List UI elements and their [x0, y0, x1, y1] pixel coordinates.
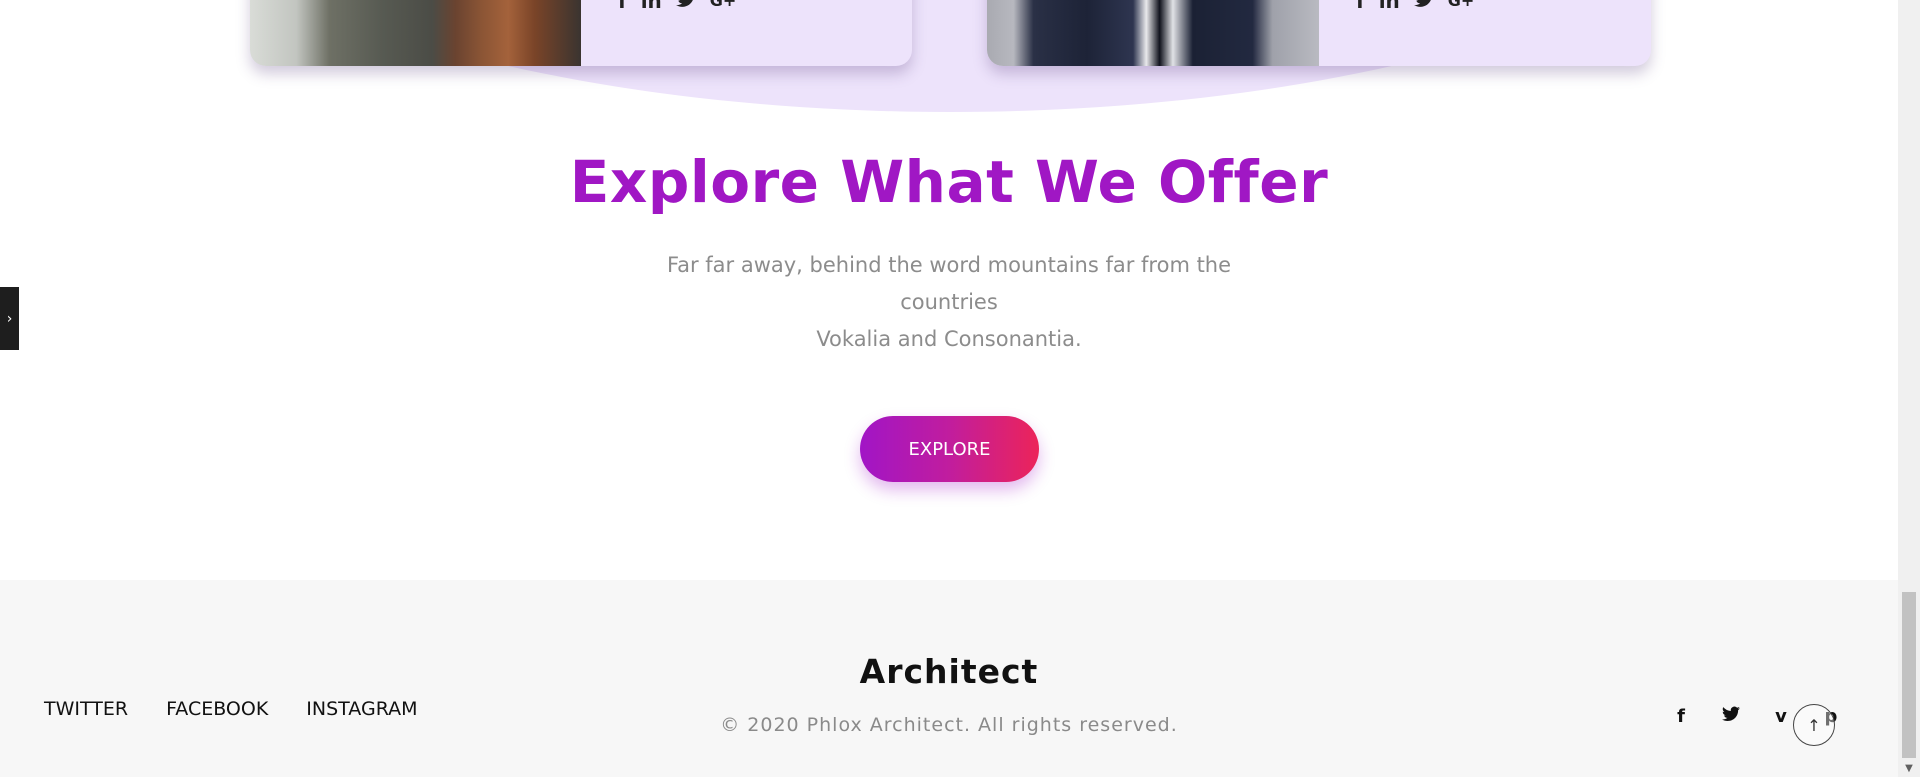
twitter-icon[interactable] [1718, 706, 1744, 727]
team-member-card: f in G+ [250, 0, 912, 66]
twitter-icon[interactable] [675, 0, 696, 11]
scroll-down-arrow[interactable]: ▼ [1898, 760, 1920, 777]
facebook-icon[interactable]: f [1668, 706, 1694, 727]
scrollbar-thumb[interactable] [1902, 592, 1916, 758]
google-plus-icon[interactable]: G+ [1448, 0, 1475, 9]
linkedin-icon[interactable]: in [641, 0, 662, 11]
linkedin-icon[interactable]: in [1379, 0, 1400, 11]
page-scrollbar[interactable]: ▼ [1898, 0, 1920, 777]
twitter-icon[interactable] [1413, 0, 1434, 11]
subtitle-line: Far far away, behind the word mountains … [666, 253, 1232, 314]
team-member-photo [250, 0, 581, 66]
arrow-up-icon: ↑ [1807, 715, 1821, 735]
subtitle-line: Vokalia and Consonantia. [816, 327, 1082, 351]
vimeo-icon[interactable]: v [1768, 706, 1794, 727]
section-heading: Explore What We Offer [569, 148, 1329, 216]
scroll-to-top-button[interactable]: ↑ [1793, 704, 1835, 746]
facebook-icon[interactable]: f [1356, 0, 1365, 11]
team-member-card: f in G+ [987, 0, 1651, 66]
team-member-photo [987, 0, 1319, 66]
page: f in G+ f in G+ Explore What We Offer Fa… [0, 0, 1898, 777]
team-member-social-links: f in G+ [618, 0, 736, 11]
copyright-text: © 2020 Phlox Architect. All rights reser… [720, 714, 1178, 736]
footer-brand: Architect [859, 652, 1039, 691]
explore-button[interactable]: EXPLORE [860, 416, 1039, 482]
side-panel-toggle[interactable]: › [0, 287, 19, 350]
footer: TWITTER FACEBOOK INSTAGRAM Architect © 2… [0, 580, 1898, 777]
chevron-right-icon: › [6, 310, 13, 327]
google-plus-icon[interactable]: G+ [710, 0, 737, 9]
section-subtitle: Far far away, behind the word mountains … [620, 247, 1278, 358]
team-member-social-links: f in G+ [1356, 0, 1474, 11]
facebook-icon[interactable]: f [618, 0, 627, 11]
